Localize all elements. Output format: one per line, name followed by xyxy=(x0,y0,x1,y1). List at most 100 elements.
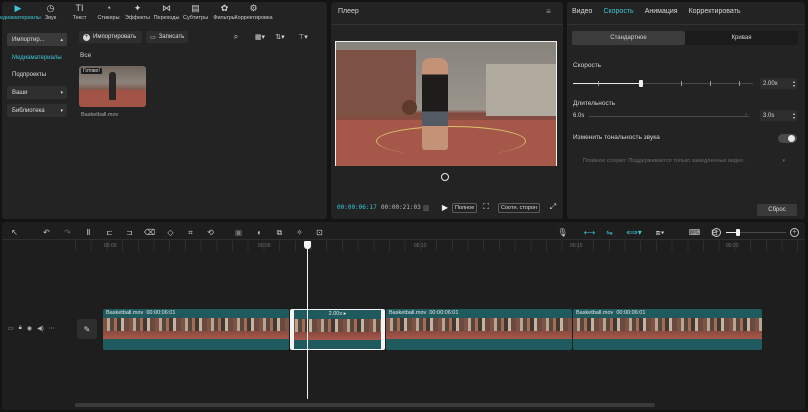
playhead-line[interactable] xyxy=(307,248,308,399)
tab-standard[interactable]: Стандартное xyxy=(572,31,685,45)
tab-transitions[interactable]: ⋈ Переходы xyxy=(152,0,181,26)
ready-badge: Готово! xyxy=(81,68,102,74)
timeline-view-icon[interactable]: ▥ xyxy=(421,203,431,212)
mute-icon[interactable]: ◀) xyxy=(37,325,44,332)
preview-axis-icon[interactable]: ⧈▾ xyxy=(652,227,668,238)
fullscreen-icon[interactable]: ⤢ xyxy=(548,202,558,212)
tab-media[interactable]: ▶ Медиаматериалы xyxy=(0,0,41,26)
video-preview[interactable] xyxy=(335,41,557,166)
trim-handle-left[interactable] xyxy=(291,310,294,349)
tab-subtitles[interactable]: ▤ Субтитры xyxy=(181,0,210,26)
media-thumbnail[interactable]: Готово! xyxy=(79,66,146,107)
fit-icon[interactable]: ⛶ xyxy=(481,202,491,212)
ready-badge-label: Готово! xyxy=(83,68,100,74)
slider-tick xyxy=(709,81,711,86)
sidebar-item-subprojects[interactable]: Подпроекты xyxy=(7,68,67,81)
delete-icon[interactable]: ⌫ xyxy=(144,227,155,238)
smooth-slowmo-select[interactable]: Плавное слоумо: Поддерживается только за… xyxy=(583,155,785,167)
menu-icon[interactable]: ≡ xyxy=(544,7,553,16)
reverse-icon[interactable]: ◐ xyxy=(254,227,265,238)
split-icon[interactable]: Ⅱ xyxy=(83,227,94,238)
subtitles-icon: ▤ xyxy=(191,3,200,13)
search-icon[interactable]: ⌕ xyxy=(231,32,241,42)
tab-effects[interactable]: ✦ Эффекты xyxy=(123,0,152,26)
trim-handle-right[interactable] xyxy=(381,310,384,349)
select-tool-icon[interactable]: ↖ xyxy=(9,227,20,238)
sidebar-item-yours[interactable]: Ваши ▾ xyxy=(7,86,67,99)
record-button[interactable]: ▭ Записать xyxy=(146,31,188,43)
zoom-out-icon[interactable]: − xyxy=(712,228,721,237)
lock-icon[interactable]: 🔒︎ xyxy=(19,325,22,332)
timeline-clip[interactable]: Basketball.mov 00:00:06:01 xyxy=(386,309,572,350)
sort-icon[interactable]: ⇅▾ xyxy=(273,32,287,42)
captions-icon[interactable]: ⊡ xyxy=(314,227,325,238)
clip-filmstrip xyxy=(291,319,384,340)
timeline-scrollbar[interactable] xyxy=(75,403,655,407)
edit-cover-button[interactable]: ✎ xyxy=(77,319,97,339)
tab-label: Стикеры xyxy=(97,15,120,21)
reset-button[interactable]: Сброс xyxy=(757,204,797,216)
timeline-clip-selected[interactable]: 2.00x ▸ xyxy=(290,309,385,350)
thumbnail-player xyxy=(109,72,116,100)
sidebar-item-media[interactable]: Медиаматериалы xyxy=(7,51,67,64)
tab-video[interactable]: Видео xyxy=(572,8,592,15)
redo-icon[interactable]: ↷ xyxy=(62,227,73,238)
player-figure xyxy=(422,58,448,150)
visibility-icon[interactable]: ◉ xyxy=(27,325,32,332)
inspector-separator xyxy=(567,24,805,25)
filter-icon[interactable]: ⊤▾ xyxy=(296,32,310,42)
pitch-toggle[interactable] xyxy=(778,134,797,143)
sidebar-item-label: Медиаматериалы xyxy=(12,54,62,61)
sidebar-item-library[interactable]: Библиотека ▾ xyxy=(7,104,67,117)
split-left-icon[interactable]: ⊏ xyxy=(104,227,115,238)
undo-icon[interactable]: ↶ xyxy=(41,227,52,238)
tab-label: Звук xyxy=(44,15,57,21)
pitch-label: Изменить тональность звука xyxy=(573,134,660,141)
import-button[interactable]: + Импортировать xyxy=(79,31,142,43)
freeze-icon[interactable]: ▣ xyxy=(233,227,244,238)
crop-icon[interactable]: ⌗ xyxy=(185,227,196,238)
mirror-icon[interactable]: ⧉ xyxy=(274,227,285,238)
tab-curve[interactable]: Кривая xyxy=(685,31,798,45)
transform-icon[interactable]: ⟲ xyxy=(205,227,216,238)
timeline-clip[interactable]: Basketball.mov 00:00:06:01 xyxy=(573,309,762,350)
cover-icon[interactable]: ▭ xyxy=(8,325,14,332)
microphone-icon[interactable]: 🎙 xyxy=(557,227,568,238)
link-main-track-icon[interactable]: ⟷ xyxy=(583,227,596,238)
timeline-ruler[interactable] xyxy=(75,241,803,251)
zoom-slider-handle[interactable] xyxy=(736,229,740,236)
stepper-icon: ▴ ▾ xyxy=(792,110,795,120)
tab-audio[interactable]: ◷ Звук xyxy=(36,0,65,26)
slider-tick xyxy=(738,81,740,86)
plus-circle-icon: + xyxy=(83,33,90,41)
adjust-icon: ⚙ xyxy=(249,3,258,13)
rotate-handle-icon[interactable] xyxy=(441,173,449,181)
linkage-icon[interactable]: ⟺▾ xyxy=(624,227,644,238)
tab-text[interactable]: TI Текст xyxy=(65,0,94,26)
split-right-icon[interactable]: ⊐ xyxy=(124,227,135,238)
more-icon[interactable]: ⋯ xyxy=(49,325,55,332)
zoom-in-icon[interactable]: + xyxy=(790,228,799,237)
sidebar-item-label: Ваши xyxy=(12,89,28,96)
marker-icon[interactable]: ◇ xyxy=(165,227,176,238)
tab-filters[interactable]: ✿ Фильтры xyxy=(210,0,239,26)
tab-adjust[interactable]: Корректировать xyxy=(689,8,741,15)
timeline-clip[interactable]: Basketball.mov 00:00:06:01 xyxy=(103,309,289,350)
aspect-ratio-button[interactable]: Соотн. сторон xyxy=(498,203,541,213)
speed-value-field[interactable]: 2.00x ▴ ▾ xyxy=(760,78,797,89)
magnet-icon[interactable]: ⇋ xyxy=(603,227,616,238)
magic-icon[interactable]: ✧ xyxy=(294,227,305,238)
tab-speed[interactable]: Скорость xyxy=(603,8,633,15)
speed-slider-handle[interactable] xyxy=(639,80,644,87)
auto-reframe-icon[interactable]: ⌨ xyxy=(689,227,701,238)
tab-adjust[interactable]: ⚙ Корректировка xyxy=(234,0,272,26)
full-quality-button[interactable]: Полное xyxy=(452,203,478,213)
duration-value-field[interactable]: 3.0s ▴ ▾ xyxy=(760,110,797,121)
tab-animation[interactable]: Анимация xyxy=(645,8,678,15)
player-separator xyxy=(331,24,563,25)
play-icon[interactable]: ▶ xyxy=(440,202,450,212)
slider-tick xyxy=(681,81,682,86)
tab-sticker[interactable]: ◔ Стикеры xyxy=(94,0,123,26)
grid-view-icon[interactable]: ▦▾ xyxy=(253,32,267,42)
import-dropdown[interactable]: Импортир... ▴ xyxy=(7,33,67,46)
